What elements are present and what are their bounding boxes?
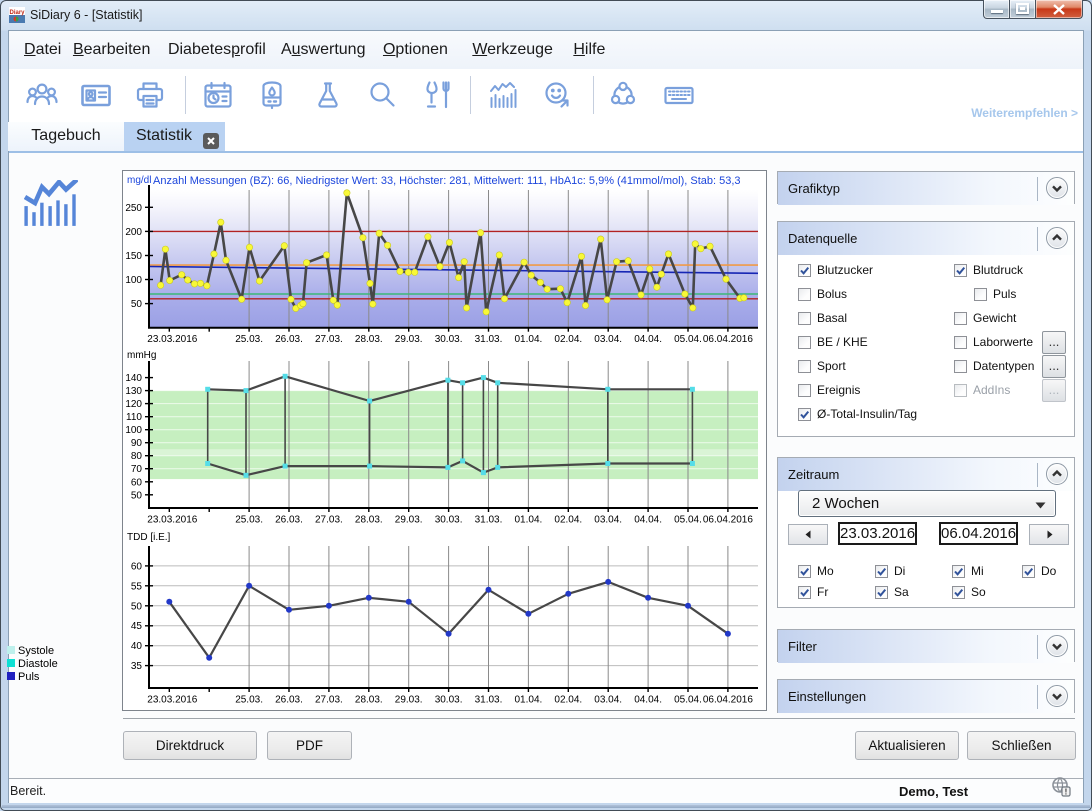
svg-text:27.03.: 27.03. [315,515,343,526]
svg-text:30.03.: 30.03. [435,515,463,526]
svg-text:150: 150 [125,251,142,262]
svg-text:28.03.: 28.03. [355,695,383,706]
svg-text:03.04.: 03.04. [594,515,622,526]
svg-text:90: 90 [131,438,143,449]
svg-text:23.03.2016: 23.03.2016 [147,334,197,345]
svg-text:04.04.: 04.04. [634,334,662,345]
svg-text:120: 120 [125,399,142,410]
svg-text:04.04.: 04.04. [634,515,662,526]
svg-text:50: 50 [131,601,143,612]
svg-text:25.03.: 25.03. [235,334,263,345]
svg-text:30.03.: 30.03. [435,695,463,706]
svg-text:80: 80 [131,451,143,462]
svg-text:06.04.2016: 06.04.2016 [703,334,753,345]
svg-text:05.04.: 05.04. [674,334,702,345]
svg-text:Anzahl Messungen (BZ): 66, Nie: Anzahl Messungen (BZ): 66, Niedrigster W… [153,175,741,187]
svg-text:26.03.: 26.03. [275,695,303,706]
svg-text:140: 140 [125,373,142,384]
svg-text:100: 100 [125,425,142,436]
svg-text:55: 55 [131,581,143,592]
svg-text:60: 60 [131,477,143,488]
svg-text:TDD [i.E.]: TDD [i.E.] [127,532,171,543]
svg-text:mmHg: mmHg [127,350,156,361]
svg-text:26.03.: 26.03. [275,334,303,345]
svg-text:29.03.: 29.03. [395,515,423,526]
svg-text:200: 200 [125,227,142,238]
svg-text:28.03.: 28.03. [355,515,383,526]
svg-text:70: 70 [131,464,143,475]
svg-text:27.03.: 27.03. [315,334,343,345]
svg-text:25.03.: 25.03. [235,515,263,526]
svg-text:26.03.: 26.03. [275,515,303,526]
svg-text:60: 60 [131,561,143,572]
svg-text:29.03.: 29.03. [395,695,423,706]
svg-text:05.04.: 05.04. [674,695,702,706]
svg-text:250: 250 [125,203,142,214]
svg-text:50: 50 [131,490,143,501]
svg-text:mg/dl: mg/dl [127,175,151,186]
svg-text:25.03.: 25.03. [235,695,263,706]
svg-text:110: 110 [126,412,142,423]
svg-text:30.03.: 30.03. [435,334,463,345]
svg-text:03.04.: 03.04. [594,695,622,706]
svg-text:02.04.: 02.04. [554,334,582,345]
svg-text:27.03.: 27.03. [315,695,343,706]
svg-text:31.03.: 31.03. [475,515,503,526]
svg-text:!: ! [1065,788,1068,797]
svg-text:01.04.: 01.04. [514,515,542,526]
svg-text:04.04.: 04.04. [634,695,662,706]
svg-text:23.03.2016: 23.03.2016 [147,695,197,706]
svg-text:02.04.: 02.04. [554,515,582,526]
svg-text:02.04.: 02.04. [554,695,582,706]
svg-text:03.04.: 03.04. [594,334,622,345]
svg-text:29.03.: 29.03. [395,334,423,345]
svg-text:45: 45 [131,621,143,632]
svg-text:100: 100 [125,275,142,286]
svg-text:23.03.2016: 23.03.2016 [147,515,197,526]
svg-text:31.03.: 31.03. [475,334,503,345]
svg-text:Diary: Diary [9,10,25,16]
svg-text:31.03.: 31.03. [475,695,503,706]
svg-text:28.03.: 28.03. [355,334,383,345]
svg-text:01.04.: 01.04. [514,695,542,706]
svg-text:40: 40 [131,641,143,652]
svg-text:35: 35 [131,661,143,672]
svg-text:06.04.2016: 06.04.2016 [703,695,753,706]
svg-text:01.04.: 01.04. [514,334,542,345]
svg-text:06.04.2016: 06.04.2016 [703,515,753,526]
svg-text:50: 50 [131,299,143,310]
svg-text:130: 130 [125,386,142,397]
svg-text:05.04.: 05.04. [674,515,702,526]
